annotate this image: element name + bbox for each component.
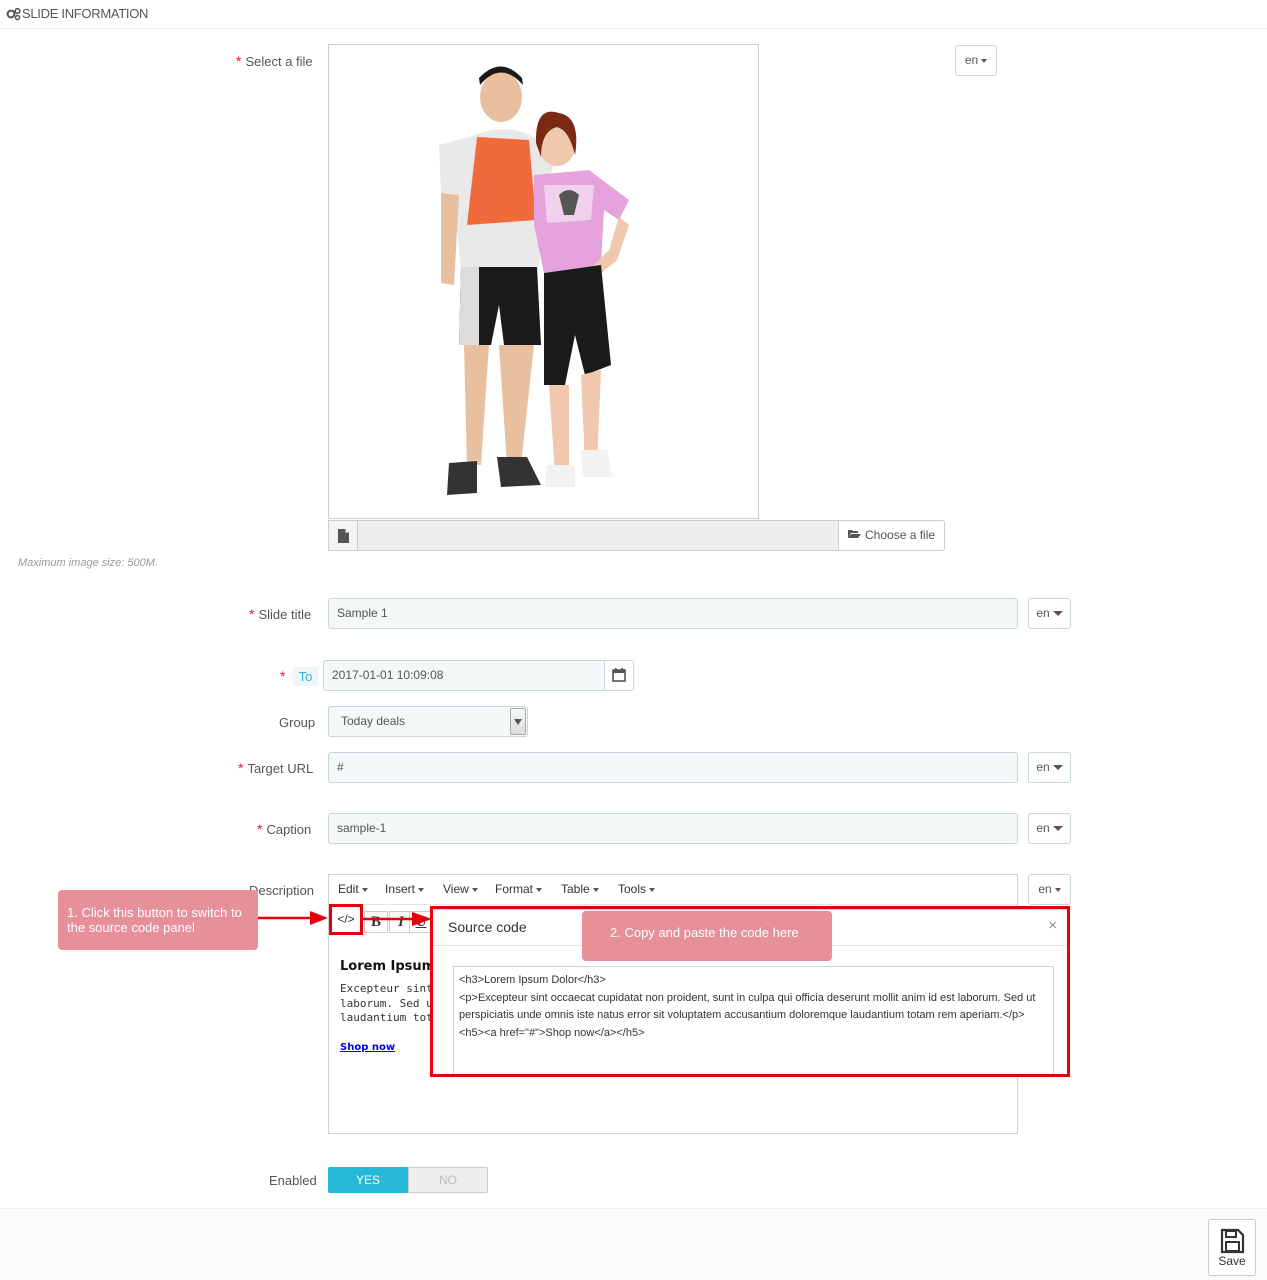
description-lang-dropdown[interactable]: en [1028, 874, 1071, 905]
close-icon[interactable]: × [1048, 917, 1057, 934]
caption-label: * Caption [257, 821, 312, 837]
callout-step-1: 1. Click this button to switch to the so… [58, 890, 258, 950]
content-line: laudantium tot [340, 1011, 433, 1024]
panel-footer [0, 1208, 1267, 1280]
source-code-button[interactable]: </> [329, 904, 363, 935]
save-label: Save [1218, 1254, 1246, 1268]
slide-title-input[interactable]: Sample 1 [328, 598, 1018, 629]
group-label: Group [279, 715, 316, 730]
content-shop-now-link[interactable]: Shop now [340, 1042, 435, 1053]
menu-table[interactable]: Table [561, 882, 599, 896]
to-required-marker: * [280, 668, 286, 684]
arrow-to-source-button [258, 911, 328, 925]
choose-file-button[interactable]: Choose a file [838, 520, 945, 551]
caption-lang-dropdown[interactable]: en [1028, 813, 1071, 844]
menu-view[interactable]: View [443, 882, 478, 896]
menu-format[interactable]: Format [495, 882, 543, 896]
menu-edit[interactable]: Edit [338, 882, 368, 896]
file-icon-button[interactable] [328, 520, 358, 551]
save-button[interactable]: Save [1208, 1219, 1256, 1276]
description-label: Description [249, 883, 315, 898]
arrow-to-dialog [362, 912, 432, 926]
panel-title: SLIDE INFORMATION [22, 6, 149, 21]
slide-image [439, 66, 629, 495]
file-name-field[interactable] [358, 520, 839, 551]
slide-image-preview [328, 44, 759, 519]
folder-open-icon [847, 521, 862, 550]
calendar-button[interactable] [604, 660, 634, 691]
editor-content[interactable]: Lorem Ipsum Excepteur sint laborum. Sed … [340, 959, 435, 1053]
content-line: laborum. Sed u [340, 996, 433, 1010]
panel-heading: SLIDE INFORMATION [0, 0, 1267, 29]
enabled-no-option[interactable]: NO [408, 1167, 488, 1193]
slide-title-lang-dropdown[interactable]: en [1028, 598, 1071, 629]
slide-title-label: * Slide title [249, 606, 312, 622]
menu-tools[interactable]: Tools [618, 882, 656, 896]
group-select-value: Today deals [341, 714, 406, 728]
file-icon [338, 529, 349, 543]
content-line: Excepteur sint [340, 982, 433, 995]
enabled-yes-option[interactable]: YES [328, 1167, 408, 1193]
date-to-input[interactable]: 2017-01-01 10:09:08 [323, 660, 605, 691]
to-addon: To [293, 667, 318, 686]
gears-icon [6, 7, 22, 21]
group-select[interactable]: Today deals [328, 706, 528, 737]
callout-step-2: 2. Copy and paste the code here [582, 911, 832, 961]
select-arrow-icon [510, 708, 526, 735]
target-url-lang-dropdown[interactable]: en [1028, 752, 1071, 783]
content-paragraph: Excepteur sint laborum. Sed u laudantium… [340, 982, 435, 1026]
floppy-disk-icon [1220, 1228, 1245, 1254]
caption-input[interactable]: sample-1 [328, 813, 1018, 844]
dialog-title: Source code [448, 919, 527, 935]
source-code-textarea[interactable]: <h3>Lorem Ipsum Dolor</h3> <p>Excepteur … [453, 966, 1054, 1075]
select-file-label: * Select a file [236, 53, 313, 69]
target-url-input[interactable]: # [328, 752, 1018, 783]
menu-insert[interactable]: Insert [385, 882, 425, 896]
file-help-text: Maximum image size: 500M. [18, 557, 158, 569]
content-heading: Lorem Ipsum [340, 959, 436, 974]
editor-menubar: Edit Insert View Format Table Tools [329, 875, 1017, 905]
calendar-icon [612, 668, 626, 682]
file-lang-dropdown[interactable]: en [955, 45, 997, 76]
target-url-label: * Target URL [238, 760, 314, 776]
enabled-label: Enabled [269, 1173, 317, 1188]
